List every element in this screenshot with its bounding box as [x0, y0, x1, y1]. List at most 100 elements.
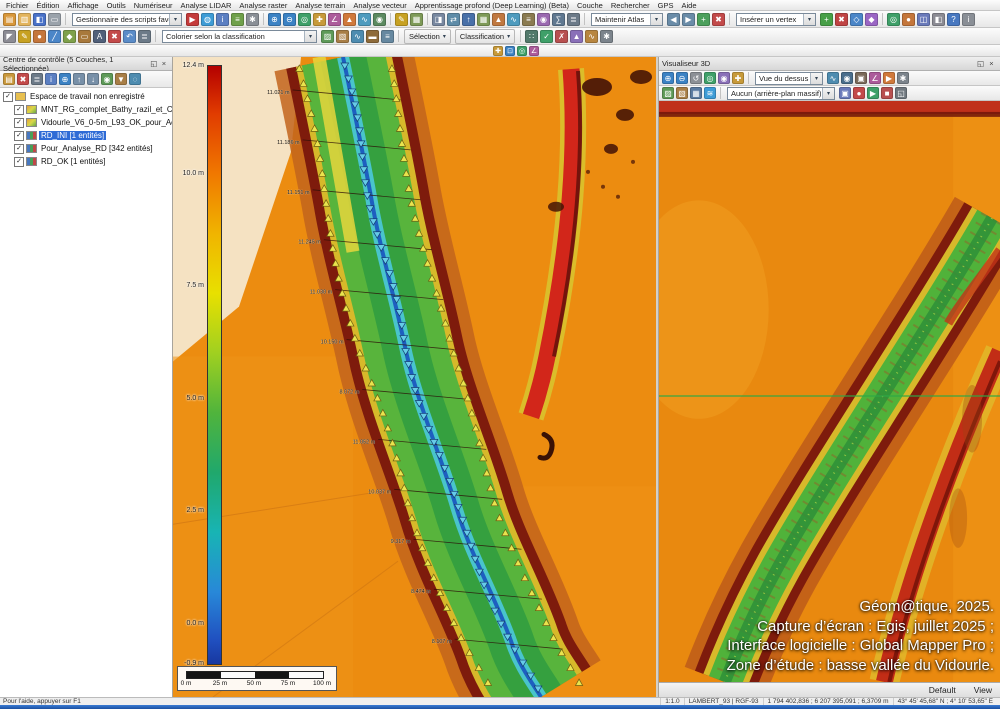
map-2d-view[interactable]: 11.021 m11.186 m11.151 m11.245 m11.030 m…	[173, 57, 656, 697]
pan-map-icon[interactable]: ✚	[493, 46, 503, 56]
zoom-extent-icon[interactable]: ◎	[517, 46, 527, 56]
online-sources-icon[interactable]: ◍	[201, 13, 214, 26]
select-tool-icon[interactable]: ◤	[3, 30, 16, 43]
reset-view-icon[interactable]: ↺	[690, 72, 702, 84]
zoom-full-extent-icon[interactable]: ◎	[298, 13, 311, 26]
layer-options-icon[interactable]: ≣	[31, 73, 43, 85]
run-favorite-script-icon[interactable]: ▶	[186, 13, 199, 26]
vertex-tool-combo[interactable]: Insérer un vertex ▾	[736, 13, 816, 26]
viewer-3d-canvas[interactable]	[659, 101, 1000, 682]
layer-checkbox[interactable]: ✓	[14, 144, 24, 154]
follow-path-icon[interactable]: ∿	[827, 72, 839, 84]
panel-close-icon[interactable]: ×	[159, 59, 169, 68]
fullscreen-3d-icon[interactable]: ◱	[895, 87, 907, 99]
metadata-icon[interactable]: i	[216, 13, 229, 26]
layer-row-rd-ini[interactable]: ✓ RD_INI [1 entités]	[0, 129, 172, 142]
control-center-icon[interactable]: ≡	[231, 13, 244, 26]
ground-classify-icon[interactable]: ▬	[366, 30, 379, 43]
search-layers-icon[interactable]: ◌	[129, 73, 141, 85]
atlas-next-icon[interactable]: ▶	[682, 13, 695, 26]
tab-view[interactable]: View	[974, 685, 992, 695]
lidar-filter-icon[interactable]: ▧	[336, 30, 349, 43]
watershed-icon[interactable]: ∿	[507, 13, 520, 26]
zoom-out-3d-icon[interactable]: ⊖	[676, 72, 688, 84]
eye-position-icon[interactable]: ◉	[841, 72, 853, 84]
measure-tool-icon[interactable]: ∠	[328, 13, 341, 26]
record-video-icon[interactable]: ●	[853, 87, 865, 99]
menu-num-riseur[interactable]: Numériseur	[130, 1, 177, 10]
panel-float-icon[interactable]: ◱	[975, 59, 986, 68]
split-view-icon[interactable]: ◧	[932, 13, 945, 26]
options-icon[interactable]: ✱	[246, 13, 259, 26]
layer-checkbox[interactable]: ✓	[14, 131, 24, 141]
panel-float-icon[interactable]: ◱	[149, 59, 159, 68]
layer-label[interactable]: Vidourle_V6_0-5m_L93_OK_pour_Act_remblai…	[39, 118, 172, 127]
selection-dropdown[interactable]: Sélection ▾	[404, 29, 451, 44]
stop-animation-icon[interactable]: ■	[881, 87, 893, 99]
classification-color-combo[interactable]: Colorier selon la classification ▾	[162, 30, 317, 43]
zoom-box-icon[interactable]: ⊡	[505, 46, 515, 56]
workspace-checkbox[interactable]: ✓	[3, 92, 13, 102]
move-layer-up-icon[interactable]: ↑	[73, 73, 85, 85]
auto-classify-icon[interactable]: ✓	[540, 30, 553, 43]
menu-outils[interactable]: Outils	[103, 1, 130, 10]
create-text-icon[interactable]: A	[93, 30, 106, 43]
raster-calculator-icon[interactable]: ∑	[552, 13, 565, 26]
atlas-previous-icon[interactable]: ◀	[667, 13, 680, 26]
background-combo[interactable]: Aucun (arrière-plan massif) ▾	[727, 87, 835, 100]
atlas-remove-icon[interactable]: ✖	[712, 13, 725, 26]
viewshed-icon[interactable]: ◉	[537, 13, 550, 26]
measure-map-icon[interactable]: ∠	[529, 46, 539, 56]
menu-analyse-terrain[interactable]: Analyse terrain	[291, 1, 349, 10]
lidar-profile-icon[interactable]: ∿	[351, 30, 364, 43]
menu-analyse-lidar[interactable]: Analyse LIDAR	[177, 1, 236, 10]
map-2d-canvas[interactable]: 11.021 m11.186 m11.151 m11.245 m11.030 m…	[173, 57, 656, 697]
flythrough-icon[interactable]: ▶	[883, 72, 895, 84]
fit-view-icon[interactable]: ◎	[704, 72, 716, 84]
create-line-icon[interactable]: ╱	[48, 30, 61, 43]
open-layer-icon[interactable]: ▤	[3, 73, 15, 85]
menu-gps[interactable]: GPS	[654, 1, 678, 10]
path-profile-icon[interactable]: ∿	[358, 13, 371, 26]
undo-edit-icon[interactable]: ↶	[123, 30, 136, 43]
menu-aide[interactable]: Aide	[677, 1, 700, 10]
menu-dition[interactable]: Édition	[33, 1, 64, 10]
noise-filter-icon[interactable]: ✗	[555, 30, 568, 43]
menu-couche[interactable]: Couche	[573, 1, 607, 10]
atlas-combo[interactable]: Maintenir Atlas ▾	[591, 13, 663, 26]
help-icon[interactable]: ?	[947, 13, 960, 26]
compare-views-icon[interactable]: ⇄	[447, 13, 460, 26]
layer-label[interactable]: RD_INI [1 entités]	[39, 131, 106, 140]
move-layer-down-icon[interactable]: ↓	[87, 73, 99, 85]
layer-checkbox[interactable]: ✓	[14, 118, 24, 128]
layer-checkbox[interactable]: ✓	[14, 105, 24, 115]
chevron-down-icon[interactable]: ▾	[650, 14, 662, 25]
isolate-layer-icon[interactable]: ◉	[101, 73, 113, 85]
water-display-icon[interactable]: ≋	[704, 87, 716, 99]
layer-metadata-icon[interactable]: i	[45, 73, 57, 85]
delete-vertex-icon[interactable]: ✖	[835, 13, 848, 26]
insert-vertex-icon[interactable]: +	[820, 13, 833, 26]
menu-fichier[interactable]: Fichier	[2, 1, 33, 10]
pan-3d-icon[interactable]: ✚	[732, 72, 744, 84]
layer-row-rd-ok[interactable]: ✓RD_OK [1 entités]	[0, 155, 172, 168]
panel-close-icon[interactable]: ×	[986, 59, 997, 68]
open-workspace-icon[interactable]: ▤	[3, 13, 16, 26]
link-views-icon[interactable]: ◫	[917, 13, 930, 26]
camera-settings-icon[interactable]: ▣	[855, 72, 867, 84]
create-area-icon[interactable]: ◆	[63, 30, 76, 43]
capture-image-icon[interactable]: ▣	[839, 87, 851, 99]
terrain-layer-icon[interactable]: ▨	[662, 87, 674, 99]
zoom-out-icon[interactable]: ⊖	[283, 13, 296, 26]
attributes-icon[interactable]: ≣	[138, 30, 151, 43]
chevron-down-icon[interactable]: ▾	[169, 14, 181, 25]
filter-layers-icon[interactable]: ▼	[115, 73, 127, 85]
grid-display-icon[interactable]: ▦	[477, 13, 490, 26]
view-3d-icon[interactable]: ▲	[343, 13, 356, 26]
move-vertex-icon[interactable]: ◇	[850, 13, 863, 26]
favorite-scripts-combo[interactable]: Gestionnaire des scripts favo... ▾	[72, 13, 182, 26]
tab-default[interactable]: Default	[929, 685, 956, 695]
zoom-in-icon[interactable]: ⊕	[268, 13, 281, 26]
chevron-down-icon[interactable]: ▾	[304, 31, 316, 42]
settings-3d-icon[interactable]: ✱	[897, 72, 909, 84]
